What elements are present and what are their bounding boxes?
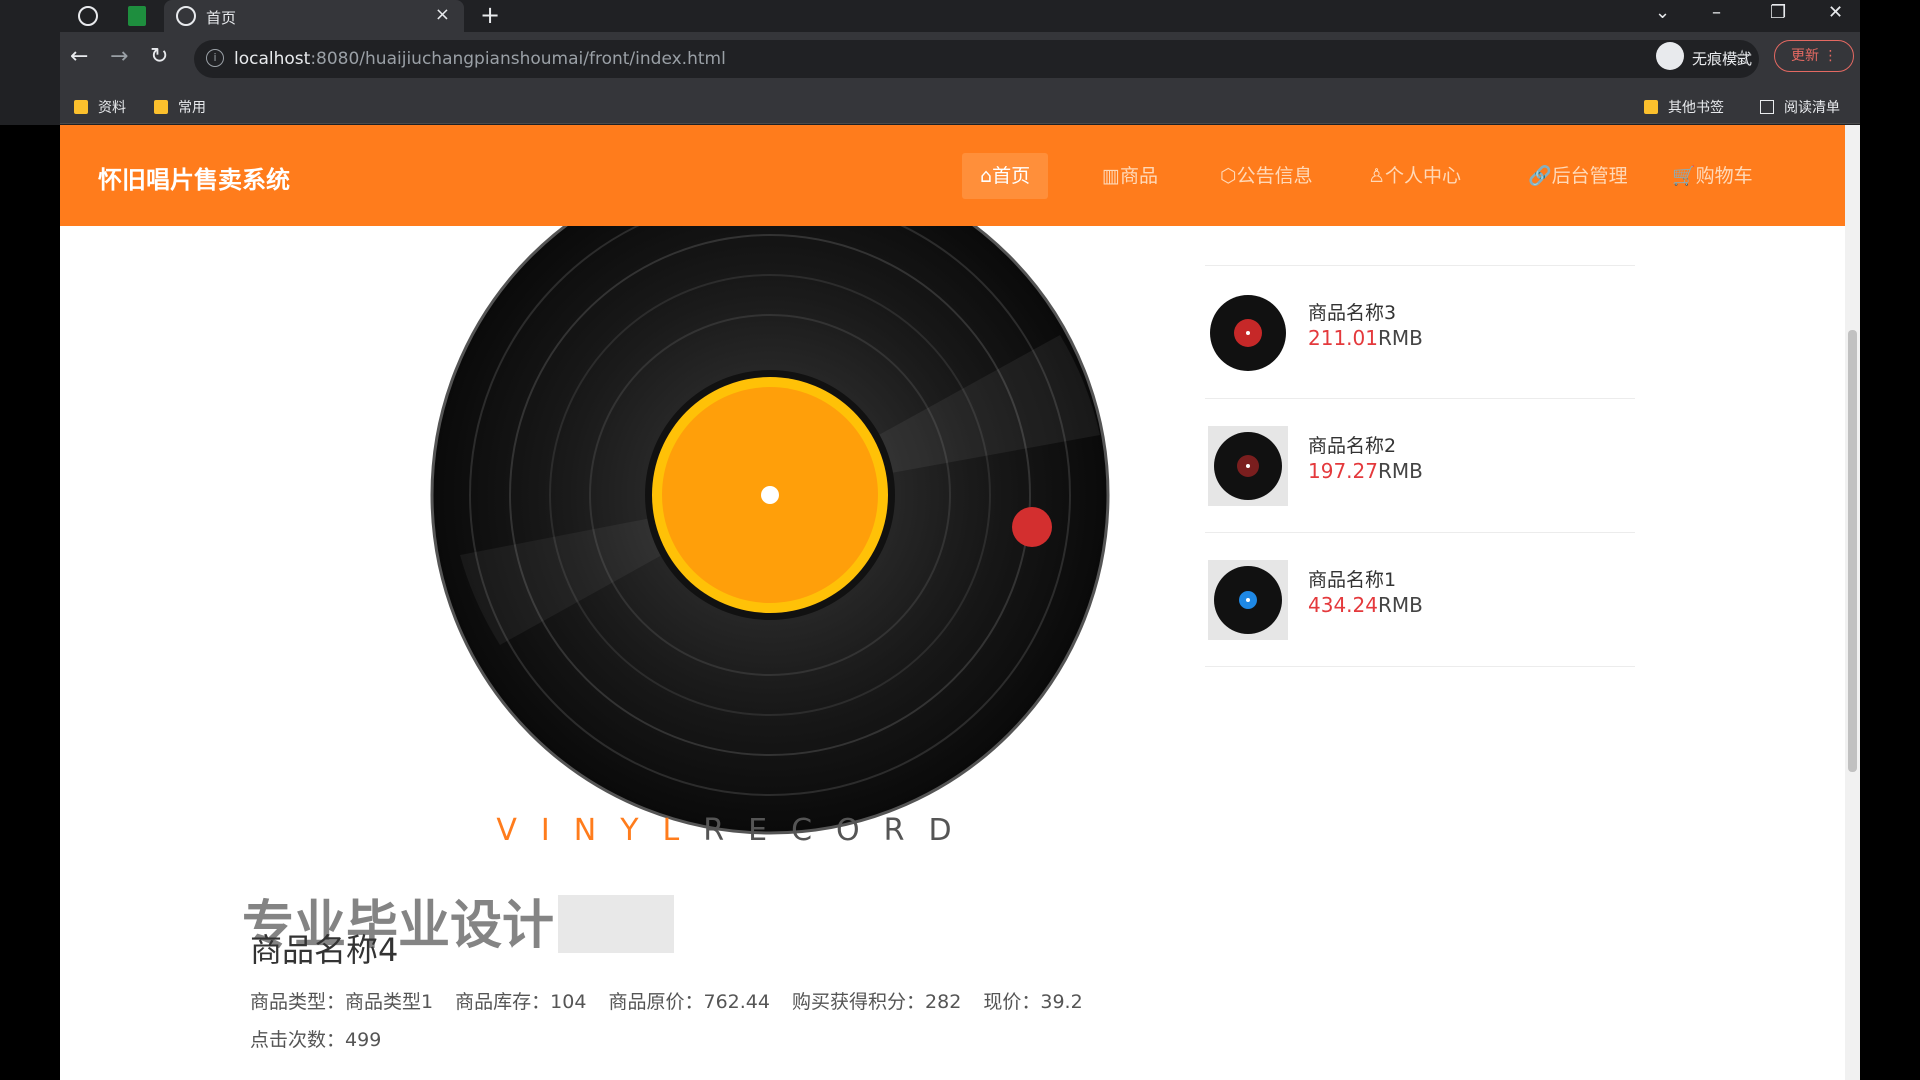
- nav-admin[interactable]: 🔗后台管理: [1510, 153, 1646, 199]
- product-name[interactable]: 商品名称3: [1308, 298, 1396, 325]
- nav-home[interactable]: ⌂首页: [962, 153, 1049, 199]
- bookmark-folder[interactable]: 资料: [74, 97, 126, 117]
- admin-icon: 🔗: [1528, 165, 1552, 187]
- blurred-region: [558, 895, 674, 953]
- list-item[interactable]: 商品名称3 211.01RMB: [1205, 265, 1635, 399]
- user-icon: ♙: [1368, 165, 1386, 187]
- vinyl-record-image: [360, 155, 1110, 835]
- product-thumbnail[interactable]: [1208, 293, 1288, 373]
- tab-title: 首页: [206, 9, 237, 27]
- brand-text: VINYLRECORD: [496, 813, 976, 848]
- product-clicks: 点击次数：499: [250, 1029, 382, 1051]
- notice-icon: ⬡: [1220, 165, 1237, 187]
- nav-notice[interactable]: ⬡公告信息: [1202, 153, 1331, 199]
- list-item[interactable]: 商品名称1 434.24RMB: [1205, 533, 1635, 667]
- incognito-label: 无痕模式: [1692, 50, 1753, 68]
- folder-icon: [154, 100, 168, 114]
- url-text[interactable]: localhost:8080/huaijiuchangpianshoumai/f…: [234, 49, 726, 69]
- tab-search-icon[interactable]: ⌄: [1655, 2, 1670, 23]
- product-points: 购买获得积分：282: [792, 991, 962, 1013]
- page-scrollbar[interactable]: [1845, 125, 1860, 1080]
- tab-strip: 首页 × + ⌄ – ❐ ✕: [0, 0, 1860, 32]
- bookmark-folder[interactable]: 常用: [154, 97, 206, 117]
- address-bar[interactable]: i localhost:8080/huaijiuchangpianshoumai…: [194, 40, 1759, 78]
- recommend-list: 商品名称3 211.01RMB 商品名称2 197.27RMB 商品名称1 43…: [1205, 265, 1635, 667]
- globe-icon: [176, 6, 196, 26]
- tab-home[interactable]: 首页 ×: [164, 0, 464, 32]
- browser-chrome: 首页 × + ⌄ – ❐ ✕ ← → ↻ i localhost:8080/hu…: [0, 0, 1860, 125]
- globe-icon[interactable]: [78, 6, 98, 26]
- product-original-price: 商品原价：762.44: [608, 991, 770, 1013]
- cart-icon: 🛒: [1672, 165, 1696, 187]
- bookmarks-bar: 资料 常用 其他书签 阅读清单: [60, 88, 1860, 124]
- product-price: 434.24RMB: [1308, 593, 1423, 617]
- product-type: 商品类型：商品类型1: [250, 991, 434, 1013]
- restore-icon[interactable]: ❐: [1770, 2, 1786, 23]
- product-current-price: 现价：39.2: [983, 991, 1083, 1013]
- other-bookmarks[interactable]: 其他书签: [1644, 97, 1724, 117]
- close-window-icon[interactable]: ✕: [1828, 2, 1843, 23]
- nav-user-center[interactable]: ♙个人中心: [1350, 153, 1479, 199]
- reading-list[interactable]: 阅读清单: [1760, 97, 1840, 117]
- product-details: 商品类型：商品类型1 商品库存：104 商品原价：762.44 购买获得积分：2…: [250, 983, 1210, 1059]
- folder-icon: [1644, 100, 1658, 114]
- browser-toolbar: ← → ↻ i localhost:8080/huaijiuchangpians…: [60, 32, 1860, 88]
- sheets-tab-icon[interactable]: [128, 6, 146, 26]
- incognito-icon[interactable]: [1656, 42, 1684, 70]
- product-stock: 商品库存：104: [455, 991, 587, 1013]
- list-item[interactable]: 商品名称2 197.27RMB: [1205, 399, 1635, 533]
- product-price: 211.01RMB: [1308, 326, 1423, 350]
- product-title: 商品名称4: [250, 931, 399, 969]
- scrollbar-thumb[interactable]: [1848, 330, 1857, 772]
- product-thumbnail[interactable]: [1208, 426, 1288, 506]
- product-name[interactable]: 商品名称1: [1308, 565, 1396, 592]
- nav-goods[interactable]: ▥商品: [1084, 153, 1176, 199]
- goods-icon: ▥: [1102, 165, 1120, 187]
- info-icon[interactable]: i: [206, 49, 224, 67]
- reload-icon[interactable]: ↻: [150, 44, 168, 69]
- folder-icon: [74, 100, 88, 114]
- site-navbar: 怀旧唱片售卖系统 ⌂首页 ▥商品 ⬡公告信息 ♙个人中心 🔗后台管理 🛒购物车: [60, 125, 1845, 226]
- close-tab-icon[interactable]: ×: [435, 4, 450, 25]
- product-name[interactable]: 商品名称2: [1308, 431, 1396, 458]
- page-content: 怀旧唱片售卖系统 ⌂首页 ▥商品 ⬡公告信息 ♙个人中心 🔗后台管理 🛒购物车 …: [60, 125, 1845, 1080]
- reading-list-icon: [1760, 100, 1774, 114]
- site-title[interactable]: 怀旧唱片售卖系统: [98, 160, 290, 195]
- minimize-icon[interactable]: –: [1712, 2, 1721, 23]
- new-tab-button[interactable]: +: [480, 1, 500, 29]
- home-icon: ⌂: [980, 165, 993, 187]
- product-thumbnail[interactable]: [1208, 560, 1288, 640]
- product-price: 197.27RMB: [1308, 459, 1423, 483]
- nav-cart[interactable]: 🛒购物车: [1654, 153, 1771, 199]
- forward-icon[interactable]: →: [110, 44, 128, 69]
- back-icon[interactable]: ←: [70, 44, 88, 69]
- update-button[interactable]: 更新 ⋮: [1774, 40, 1854, 72]
